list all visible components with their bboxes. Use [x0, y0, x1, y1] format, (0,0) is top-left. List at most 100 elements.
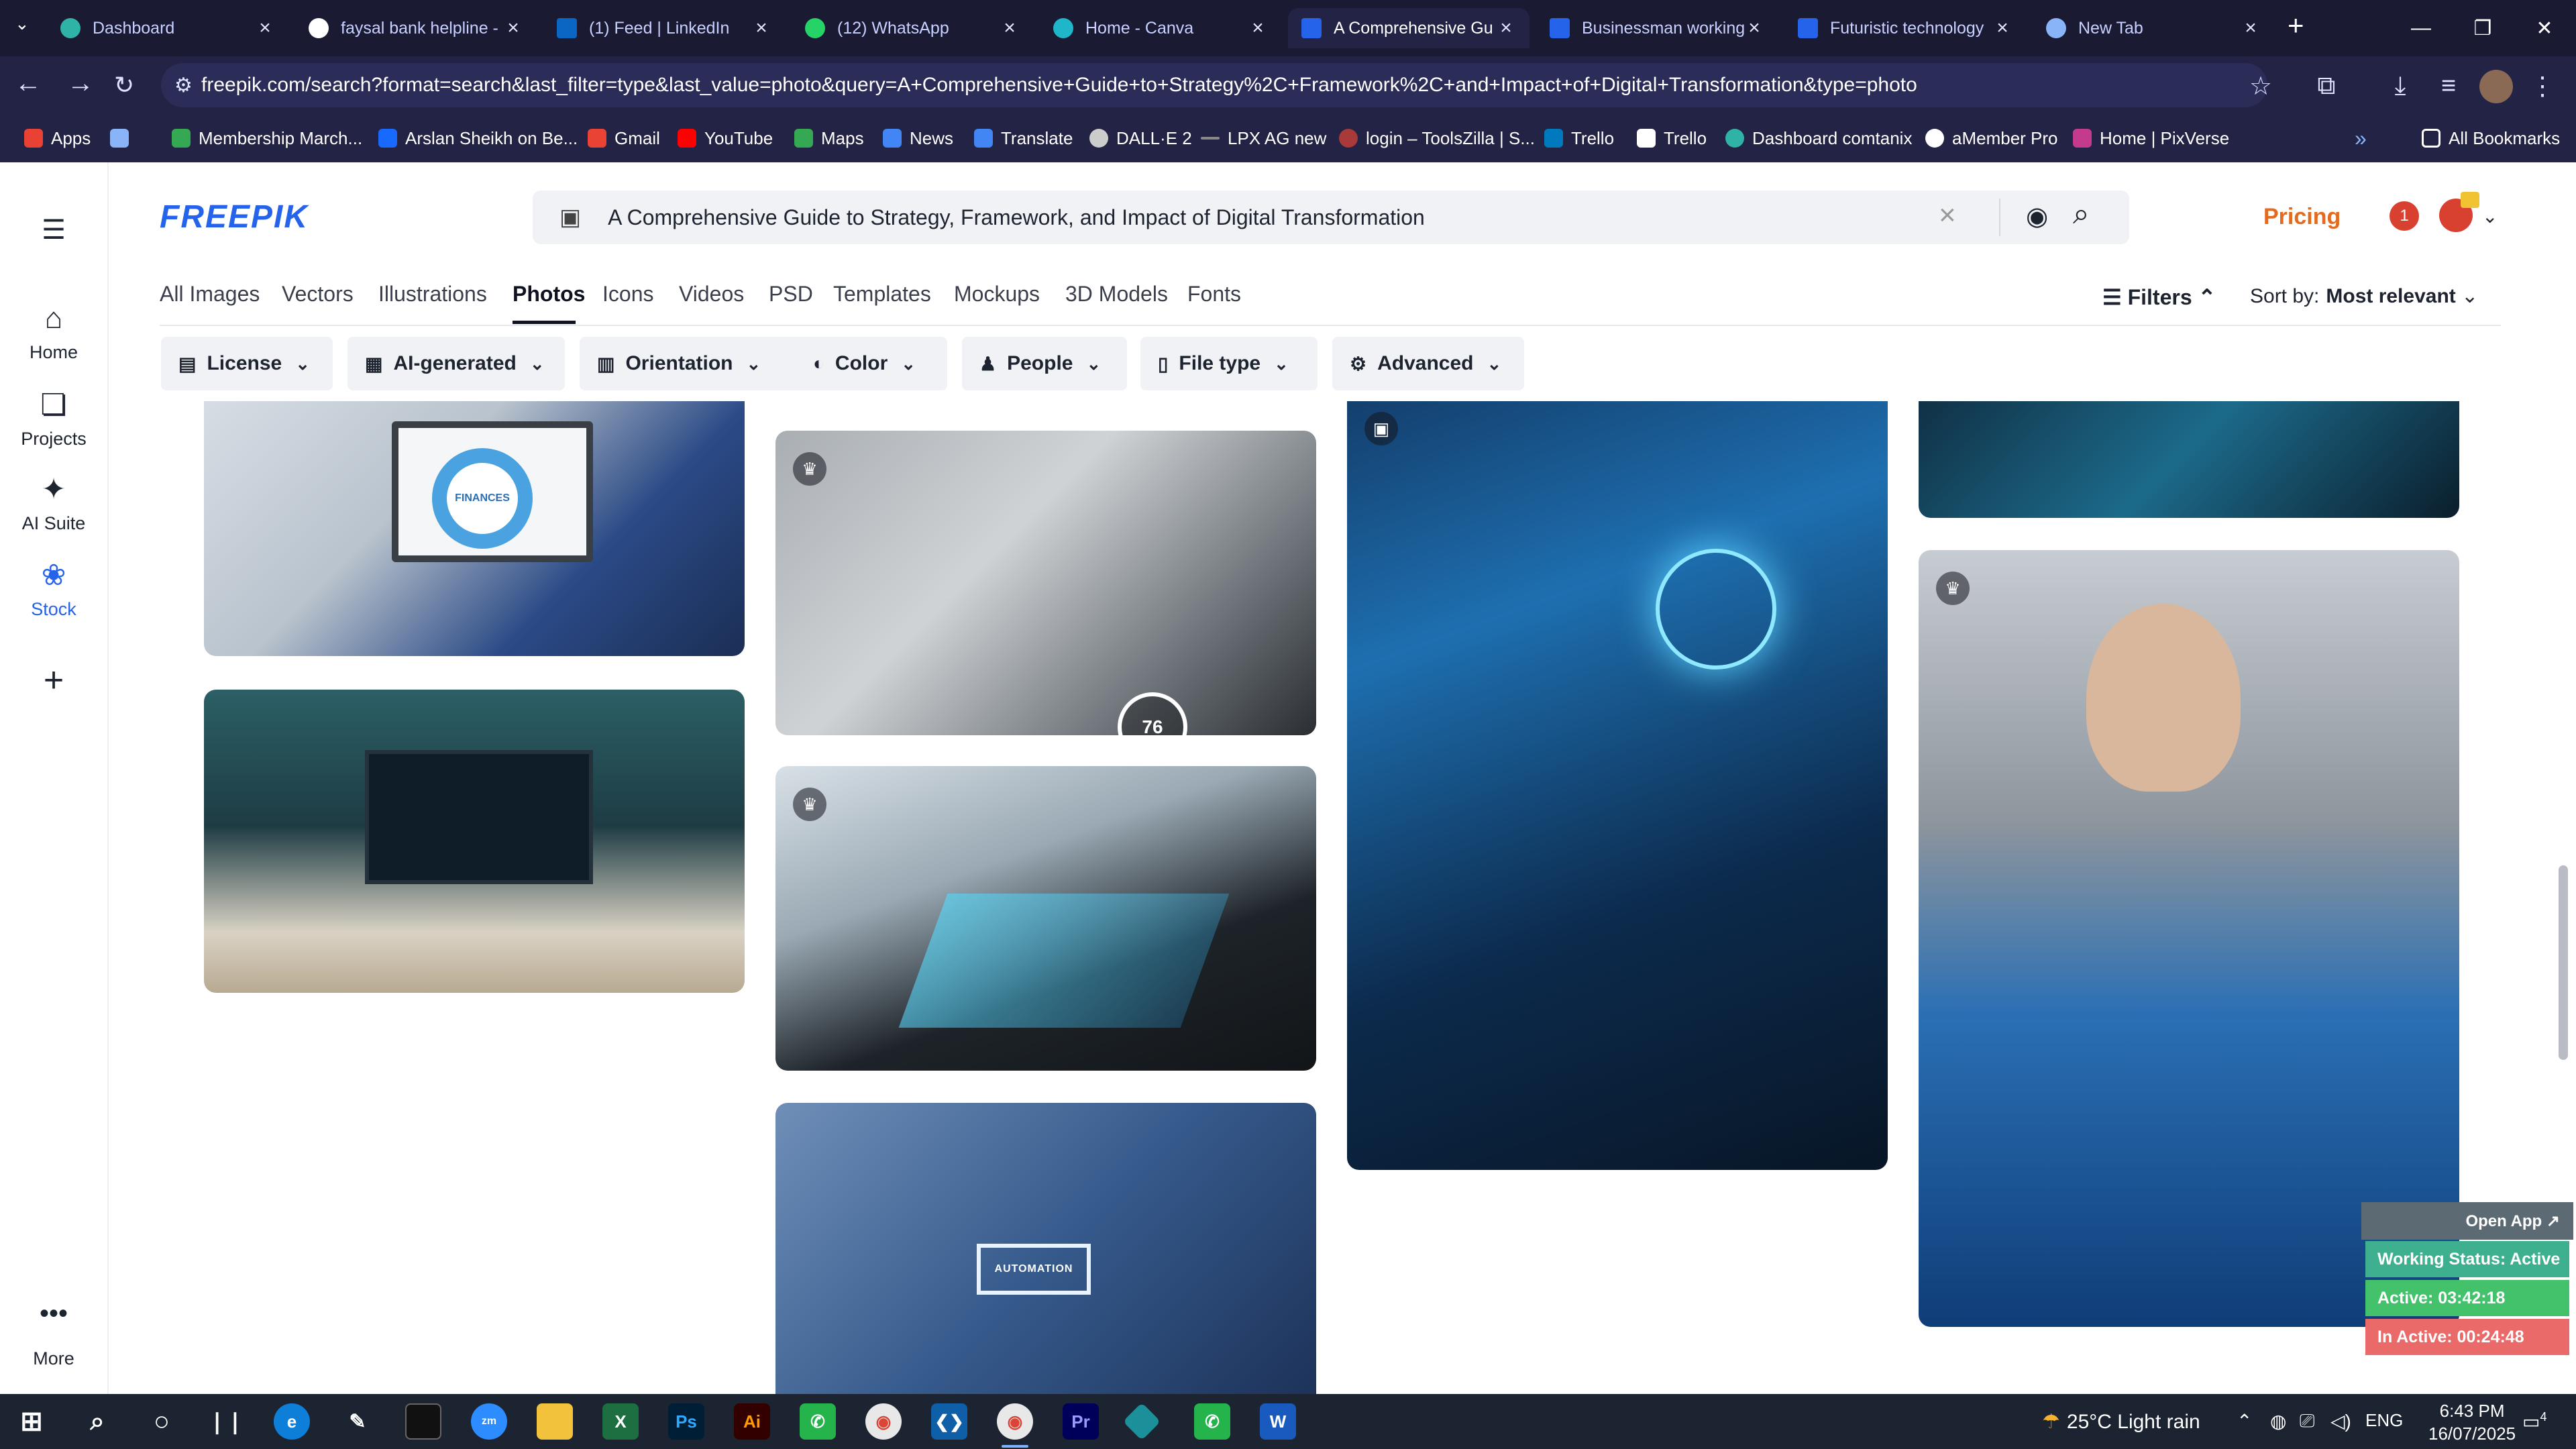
reload-icon[interactable]: ↻ — [114, 71, 134, 99]
premiere-icon[interactable]: Pr — [1063, 1403, 1099, 1440]
bookmark-star-icon[interactable]: ☆ — [2242, 67, 2279, 105]
more-dots-icon[interactable]: ••• — [0, 1300, 107, 1327]
filter-license[interactable]: ▤ License ⌄ — [161, 337, 333, 390]
bookmark-dalle[interactable]: DALL·E 2 — [1089, 123, 1192, 153]
search-icon[interactable]: ⌕ — [2073, 197, 2090, 231]
tray-chevron-icon[interactable]: ⌃ — [2237, 1410, 2252, 1432]
tray-app-icon[interactable]: ◍ — [2270, 1410, 2286, 1432]
extensions-icon[interactable]: ⧉ — [2308, 67, 2345, 105]
bookmark-apps[interactable]: Apps — [24, 123, 91, 153]
back-arrow-icon[interactable]: ← — [15, 68, 42, 99]
language-indicator[interactable]: ENG — [2365, 1410, 2403, 1431]
hamburger-menu-icon[interactable]: ☰ — [0, 215, 107, 246]
site-info-icon[interactable]: ⚙ — [174, 74, 201, 97]
tab-vectors[interactable]: Vectors — [282, 282, 354, 307]
address-bar[interactable]: ⚙ freepik.com/search?format=search&last_… — [161, 63, 2267, 107]
edge-icon[interactable]: e — [274, 1403, 310, 1440]
photo-finance-meeting[interactable]: FINANCES — [204, 401, 745, 656]
word-icon[interactable]: W — [1260, 1403, 1296, 1440]
bookmark-comtanix[interactable]: Dashboard comtanix — [1725, 123, 1912, 153]
close-tab-icon[interactable]: × — [503, 17, 523, 40]
close-tab-icon[interactable]: × — [1248, 17, 1268, 40]
close-tab-icon[interactable]: × — [1000, 17, 1020, 40]
tab-dashboard[interactable]: Dashboard × — [47, 8, 288, 48]
close-tab-icon[interactable]: × — [1496, 17, 1516, 40]
freepik-logo[interactable]: FREEPIK — [160, 199, 309, 235]
chrome-active-icon[interactable]: ◉ — [997, 1403, 1033, 1440]
tab-new-tab[interactable]: New Tab × — [2033, 8, 2274, 48]
weather-widget[interactable]: ☂ 25°C Light rain — [2042, 1410, 2200, 1434]
tab-templates[interactable]: Templates — [833, 282, 931, 307]
restore-icon[interactable]: ❐ — [2453, 0, 2513, 56]
tab-fonts[interactable]: Fonts — [1187, 282, 1241, 307]
diamond-app-icon[interactable] — [1122, 1402, 1161, 1441]
minimize-icon[interactable]: — — [2391, 0, 2451, 56]
filter-advanced[interactable]: ⚙ Advanced ⌄ — [1332, 337, 1524, 390]
add-plus-icon[interactable]: + — [0, 660, 107, 700]
task-view-icon[interactable]: ❘❘ — [208, 1403, 244, 1440]
browser-menu-icon[interactable]: ⋮ — [2524, 67, 2561, 105]
filters-button[interactable]: ☰ Filters ⌃ — [2102, 284, 2216, 310]
close-tab-icon[interactable]: × — [751, 17, 771, 40]
tab-whatsapp[interactable]: (12) WhatsApp × — [792, 8, 1033, 48]
notification-bell-icon[interactable]: 1 — [2390, 201, 2419, 231]
excel-icon[interactable]: X — [602, 1403, 639, 1440]
volume-icon[interactable]: ◁) — [2330, 1410, 2351, 1432]
chevron-down-icon[interactable]: ⌄ — [2482, 205, 2498, 227]
bookmark-trello-1[interactable]: Trello — [1544, 123, 1614, 153]
tab-freepik-guide[interactable]: A Comprehensive Gu × — [1288, 8, 1529, 48]
sort-dropdown[interactable]: Sort by: Most relevant ⌄ — [2250, 284, 2478, 308]
tab-search-chevron-icon[interactable]: ⌄ — [15, 13, 30, 34]
sidebar-item-stock[interactable]: ❀ Stock — [0, 558, 107, 620]
bookmark-toolszilla[interactable]: login – ToolsZilla | S... — [1339, 123, 1535, 153]
tab-photos[interactable]: Photos — [513, 282, 585, 307]
filter-ai-generated[interactable]: ▦ AI-generated ⌄ — [347, 337, 565, 390]
page-scrollbar[interactable] — [2559, 865, 2568, 1060]
bookmark-membership[interactable]: Membership March... — [172, 123, 362, 153]
bookmark-maps[interactable]: Maps — [794, 123, 864, 153]
filter-file-type[interactable]: ▯ File type ⌄ — [1140, 337, 1318, 390]
filter-orientation[interactable]: ▥ Orientation ⌄ — [580, 337, 809, 390]
forward-arrow-icon[interactable]: → — [67, 68, 94, 99]
bookmark-translate[interactable]: Translate — [974, 123, 1073, 153]
open-app-button[interactable]: Open App ↗ — [2361, 1202, 2573, 1240]
profile-avatar[interactable] — [2479, 70, 2513, 103]
tab-psd[interactable]: PSD — [769, 282, 813, 307]
close-window-icon[interactable]: ✕ — [2514, 0, 2575, 56]
filter-color[interactable]: ◐ Color ⌄ — [796, 337, 947, 390]
tab-icons[interactable]: Icons — [602, 282, 653, 307]
download-icon[interactable]: ⤓ — [2381, 67, 2419, 105]
taskbar-search-icon[interactable]: ⌕ — [79, 1403, 115, 1440]
tab-google[interactable]: faysal bank helpline - × — [295, 8, 537, 48]
sidebar-item-projects[interactable]: ❏ Projects — [0, 388, 107, 449]
chrome-icon[interactable]: ◉ — [865, 1403, 902, 1440]
file-explorer-icon[interactable] — [537, 1403, 573, 1440]
taskbar-clock[interactable]: 6:43 PM 16/07/2025 — [2428, 1399, 2516, 1445]
bookmark-trello-2[interactable]: Trello — [1637, 123, 1707, 153]
tab-mockups[interactable]: Mockups — [954, 282, 1040, 307]
camera-search-icon[interactable]: ◉ — [2026, 201, 2048, 231]
bookmark-news[interactable]: News — [883, 123, 953, 153]
pen-tool-icon[interactable]: ✎ — [339, 1403, 376, 1440]
photoshop-icon[interactable]: Ps — [668, 1403, 704, 1440]
photo-interactive-table[interactable]: ♛ — [775, 766, 1316, 1071]
new-tab-plus-icon[interactable]: + — [2288, 9, 2304, 42]
sidebar-item-home[interactable]: ⌂ Home — [0, 302, 107, 363]
search-input[interactable]: ▣ A Comprehensive Guide to Strategy, Fra… — [533, 191, 2129, 244]
sidebar-item-ai-suite[interactable]: ✦ AI Suite — [0, 472, 107, 534]
sidebar-more-label[interactable]: More — [0, 1348, 107, 1369]
cortana-circle-icon[interactable]: ○ — [144, 1403, 180, 1440]
network-icon[interactable]: ⎚ — [2300, 1410, 2314, 1432]
photo-tech-blue[interactable] — [1919, 401, 2459, 518]
tab-3d-models[interactable]: 3D Models — [1065, 282, 1168, 307]
zoom-icon[interactable]: zm — [471, 1403, 507, 1440]
windows-start-icon[interactable]: ⊞ — [13, 1403, 50, 1440]
notification-center-icon[interactable]: ▭4 — [2522, 1410, 2546, 1432]
bookmark-grid[interactable] — [110, 123, 137, 153]
tab-all-images[interactable]: All Images — [160, 282, 260, 307]
bookmark-lpx[interactable]: LPX AG new — [1201, 123, 1326, 153]
pricing-link[interactable]: Pricing — [2263, 204, 2341, 230]
media-control-icon[interactable]: ≡ — [2430, 67, 2467, 105]
photo-boardroom-presentation[interactable] — [204, 690, 745, 993]
close-tab-icon[interactable]: × — [255, 17, 275, 40]
